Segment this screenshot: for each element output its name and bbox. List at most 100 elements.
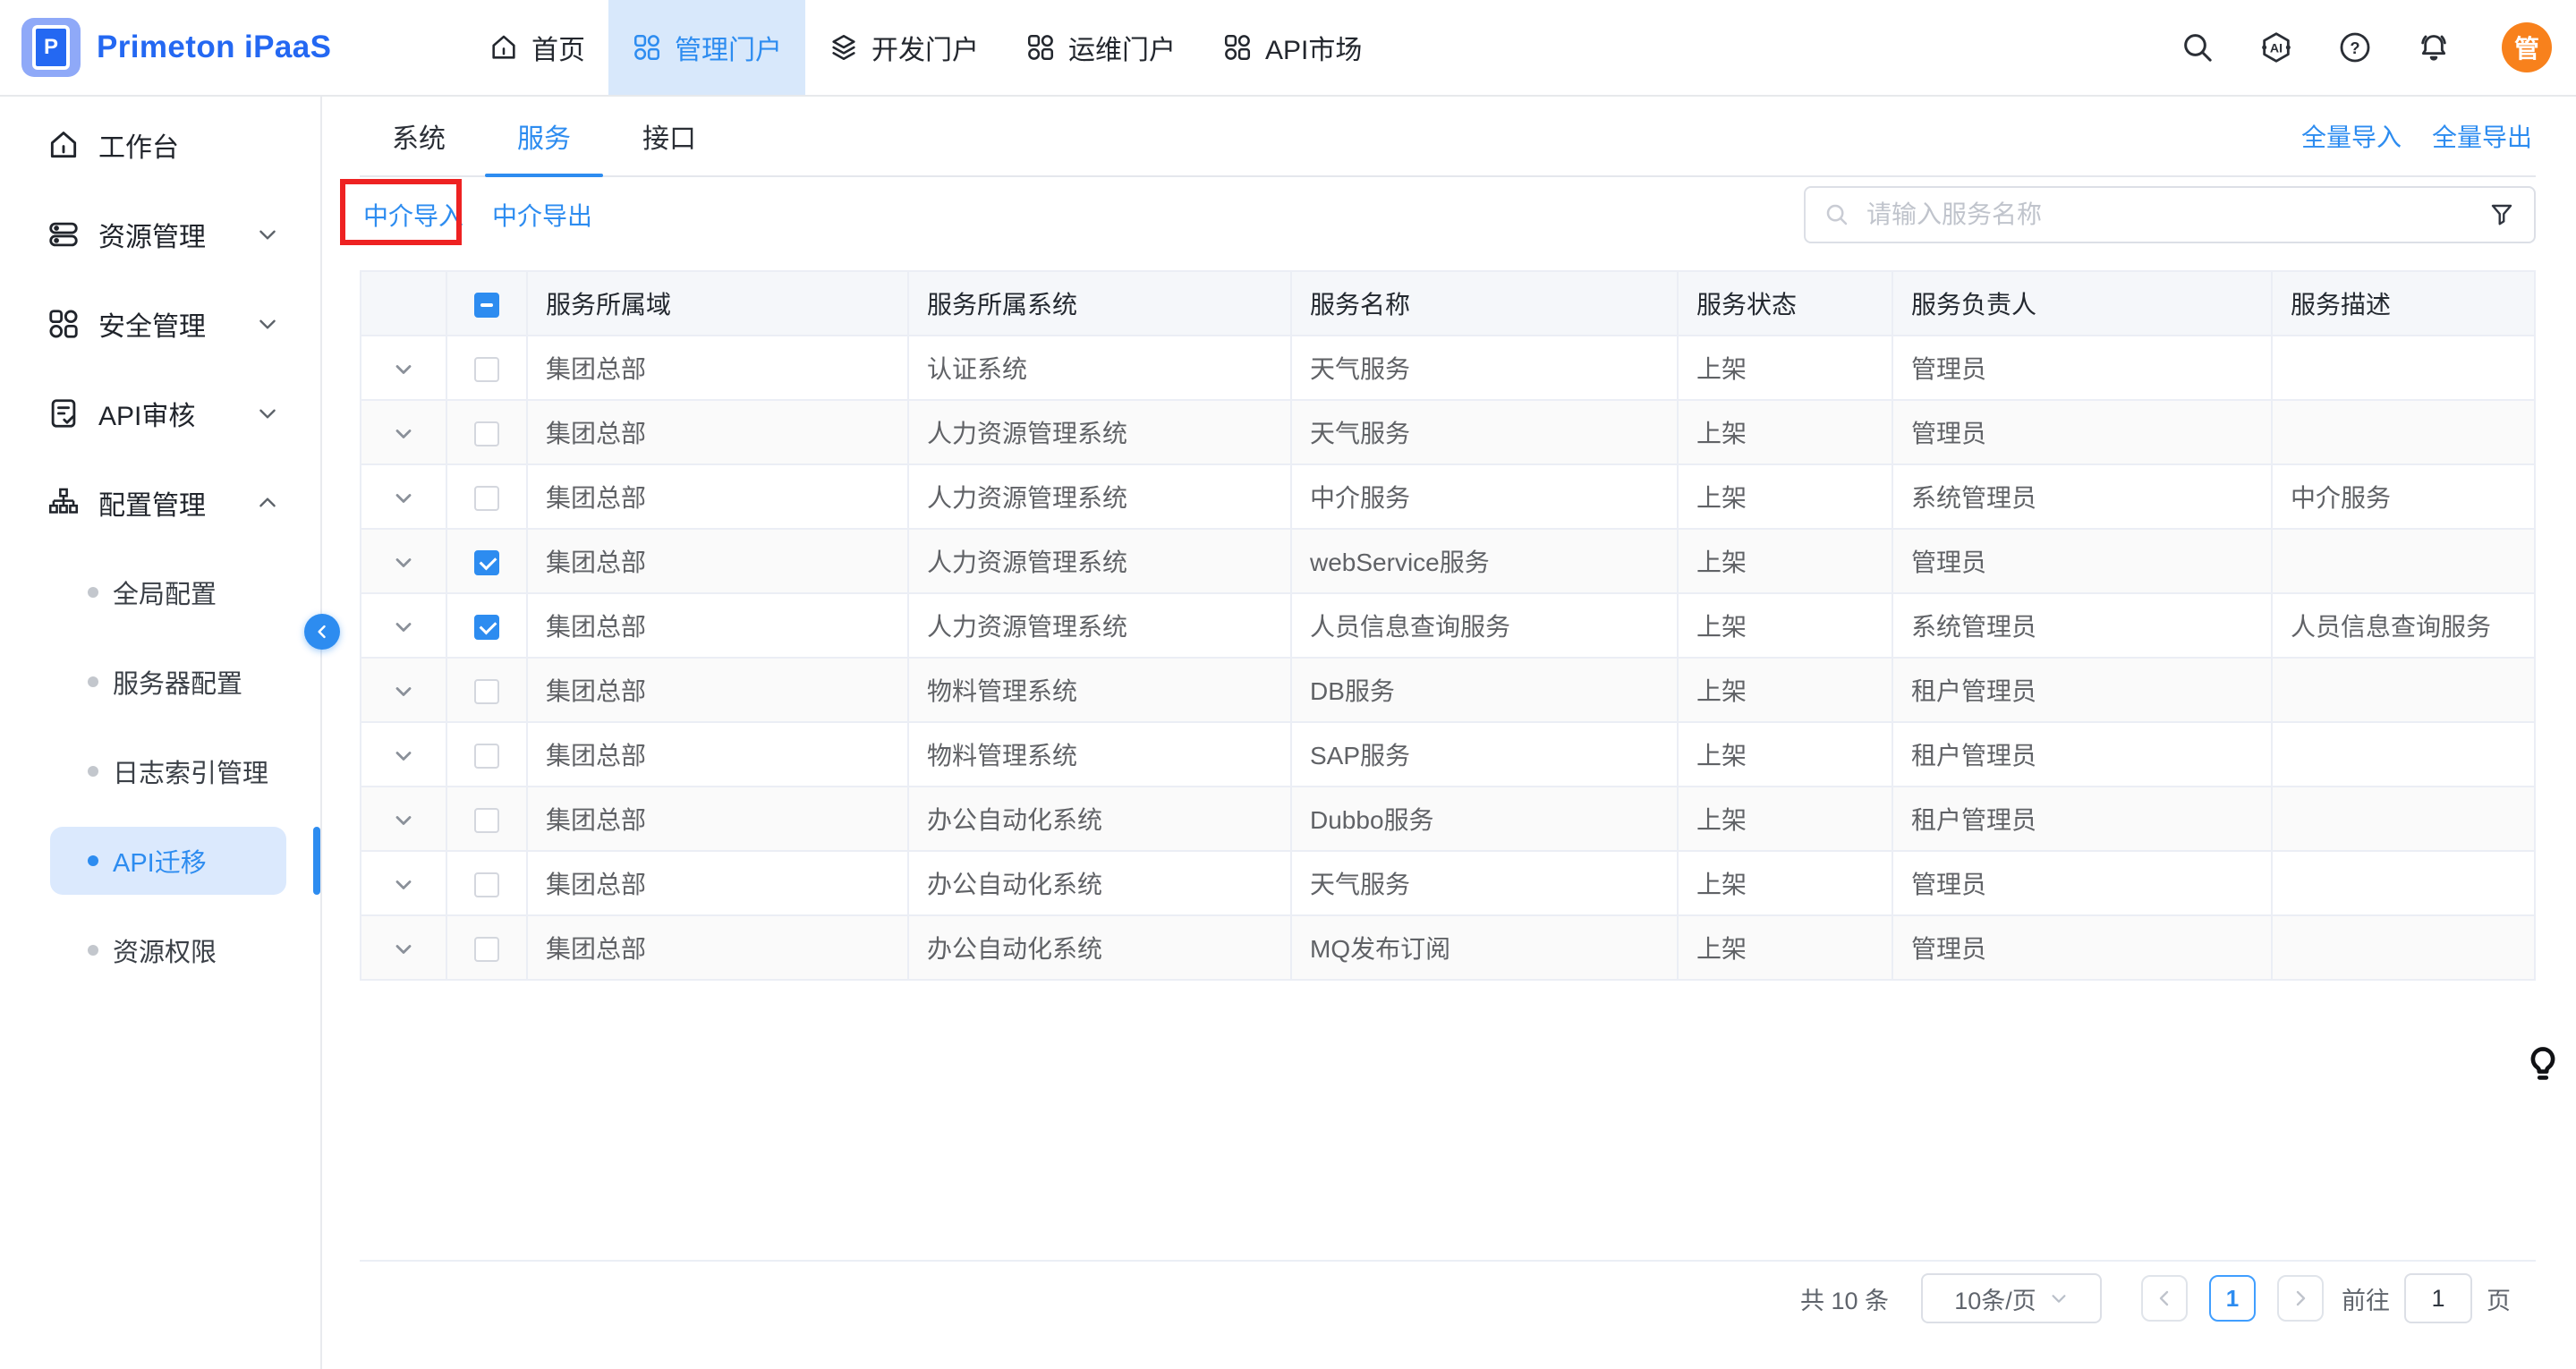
- service-search-input[interactable]: [1863, 199, 2475, 231]
- tab-service[interactable]: 服务: [481, 97, 607, 175]
- table-row: 集团总部认证系统天气服务上架管理员: [361, 336, 2535, 400]
- sidebar-item-config-mgmt[interactable]: 配置管理: [0, 458, 320, 548]
- page-size-value: 10条/页: [1954, 1281, 2036, 1316]
- lightbulb-icon[interactable]: [2521, 1043, 2564, 1086]
- nav-item-api-market[interactable]: API市场: [1199, 0, 1385, 95]
- header-actions: AI ? 管: [2180, 0, 2552, 95]
- table-row: 集团总部人力资源管理系统中介服务上架系统管理员中介服务: [361, 464, 2535, 529]
- row-expand-chevron-icon[interactable]: [391, 744, 416, 769]
- row-checkbox[interactable]: [474, 808, 499, 833]
- top-nav: 首页 管理门户 开发门户 运维门户 API市场: [465, 0, 1385, 95]
- toolbar: 中介导入 中介导出: [360, 186, 2536, 243]
- grid-icon: [1025, 32, 1056, 63]
- row-expand-chevron-icon[interactable]: [391, 615, 416, 640]
- column-header-name: 服务名称: [1291, 271, 1678, 336]
- sidebar-item-server-config[interactable]: 服务器配置: [0, 637, 320, 727]
- current-page-button[interactable]: 1: [2209, 1275, 2256, 1322]
- row-expand-chevron-icon[interactable]: [391, 679, 416, 704]
- row-expand-chevron-icon[interactable]: [391, 486, 416, 511]
- sidebar-item-resource-permission[interactable]: 资源权限: [0, 906, 320, 995]
- brand-logo-letter: P: [32, 25, 70, 70]
- select-all-checkbox[interactable]: [474, 293, 499, 318]
- search-icon[interactable]: [2180, 30, 2215, 65]
- row-expand-chevron-icon[interactable]: [391, 872, 416, 897]
- row-checkbox[interactable]: [474, 550, 499, 575]
- row-expand-chevron-icon[interactable]: [391, 357, 416, 382]
- row-expand-chevron-icon[interactable]: [391, 421, 416, 446]
- nav-item-label: 运维门户: [1068, 28, 1176, 67]
- row-checkbox[interactable]: [474, 357, 499, 382]
- nav-item-home[interactable]: 首页: [465, 0, 608, 95]
- page-size-select[interactable]: 10条/页: [1921, 1273, 2102, 1323]
- sidebar-item-label: 工作台: [98, 125, 179, 165]
- cell-desc: [2272, 722, 2535, 787]
- cell-domain: 集团总部: [527, 787, 908, 851]
- sidebar-item-resource-mgmt[interactable]: 资源管理: [0, 190, 320, 279]
- chevron-down-icon: [256, 312, 279, 336]
- nav-item-dev-portal[interactable]: 开发门户: [805, 0, 1002, 95]
- chevron-up-icon: [256, 491, 279, 514]
- chevron-down-icon: [256, 223, 279, 246]
- avatar[interactable]: 管: [2502, 22, 2552, 72]
- broker-import-button[interactable]: 中介导入: [363, 197, 463, 233]
- goto-page-input[interactable]: [2404, 1273, 2472, 1323]
- service-table: 服务所属域 服务所属系统 服务名称 服务状态 服务负责人 服务描述 集团总部认证…: [360, 270, 2536, 981]
- notification-bell-icon[interactable]: [2416, 30, 2452, 65]
- broker-export-button[interactable]: 中介导出: [492, 197, 592, 233]
- cell-desc: [2272, 851, 2535, 915]
- cell-domain: 集团总部: [527, 722, 908, 787]
- sidebar-item-label: 全局配置: [113, 574, 217, 611]
- tab-system[interactable]: 系统: [360, 97, 481, 175]
- cell-desc: 中介服务: [2272, 464, 2535, 529]
- sidebar-item-global-config[interactable]: 全局配置: [0, 548, 320, 637]
- table-body: 集团总部认证系统天气服务上架管理员集团总部人力资源管理系统天气服务上架管理员集团…: [361, 336, 2535, 980]
- tab-interface[interactable]: 接口: [607, 97, 732, 175]
- row-checkbox[interactable]: [474, 486, 499, 511]
- nav-item-label: 首页: [531, 28, 585, 67]
- sidebar-item-label: 安全管理: [98, 304, 206, 344]
- pagination-total: 共 10 条: [1800, 1281, 1889, 1316]
- sidebar-item-workbench[interactable]: 工作台: [0, 100, 320, 190]
- layers-icon: [829, 32, 859, 63]
- table-header: 服务所属域 服务所属系统 服务名称 服务状态 服务负责人 服务描述: [361, 271, 2535, 336]
- sidebar: 工作台 资源管理 安全管理 API审核 配置管理 全局配置: [0, 97, 322, 1369]
- checkbox-column-header: [446, 271, 527, 336]
- ai-assistant-icon[interactable]: AI: [2258, 30, 2294, 65]
- sidebar-item-api-review[interactable]: API审核: [0, 369, 320, 458]
- cell-system: 认证系统: [908, 336, 1291, 400]
- filter-icon[interactable]: [2487, 200, 2516, 229]
- table-row: 集团总部办公自动化系统MQ发布订阅上架管理员: [361, 915, 2535, 980]
- sidebar-item-label: API迁移: [113, 842, 207, 880]
- row-expand-chevron-icon[interactable]: [391, 550, 416, 575]
- grid-icon: [632, 32, 662, 63]
- row-checkbox[interactable]: [474, 744, 499, 769]
- sidebar-item-log-index-mgmt[interactable]: 日志索引管理: [0, 727, 320, 816]
- help-icon[interactable]: ?: [2337, 30, 2373, 65]
- nav-item-admin-portal[interactable]: 管理门户: [608, 0, 805, 95]
- cell-desc: [2272, 336, 2535, 400]
- row-checkbox[interactable]: [474, 937, 499, 962]
- import-all-button[interactable]: 全量导入: [2301, 118, 2402, 154]
- next-page-button[interactable]: [2277, 1275, 2324, 1322]
- column-header-domain: 服务所属域: [527, 271, 908, 336]
- cell-owner: 管理员: [1892, 851, 2272, 915]
- sidebar-collapse-button[interactable]: [304, 614, 340, 650]
- sidebar-item-security-mgmt[interactable]: 安全管理: [0, 279, 320, 369]
- doc-check-icon: [47, 396, 81, 430]
- row-checkbox[interactable]: [474, 615, 499, 640]
- sidebar-item-api-migration[interactable]: API迁移: [0, 816, 320, 906]
- tab-label: 接口: [642, 116, 696, 156]
- page-unit-label: 页: [2487, 1281, 2511, 1316]
- bullet-dot-icon: [88, 587, 98, 598]
- prev-page-button[interactable]: [2141, 1275, 2188, 1322]
- export-all-button[interactable]: 全量导出: [2432, 118, 2532, 154]
- row-expand-chevron-icon[interactable]: [391, 808, 416, 833]
- row-checkbox[interactable]: [474, 421, 499, 446]
- tree-icon: [47, 486, 81, 520]
- row-checkbox[interactable]: [474, 872, 499, 897]
- row-checkbox[interactable]: [474, 679, 499, 704]
- server-icon: [47, 217, 81, 251]
- row-expand-chevron-icon[interactable]: [391, 937, 416, 962]
- nav-item-ops-portal[interactable]: 运维门户: [1002, 0, 1199, 95]
- top-header: P Primeton iPaaS 首页 管理门户 开发门户 运维门户: [0, 0, 2576, 97]
